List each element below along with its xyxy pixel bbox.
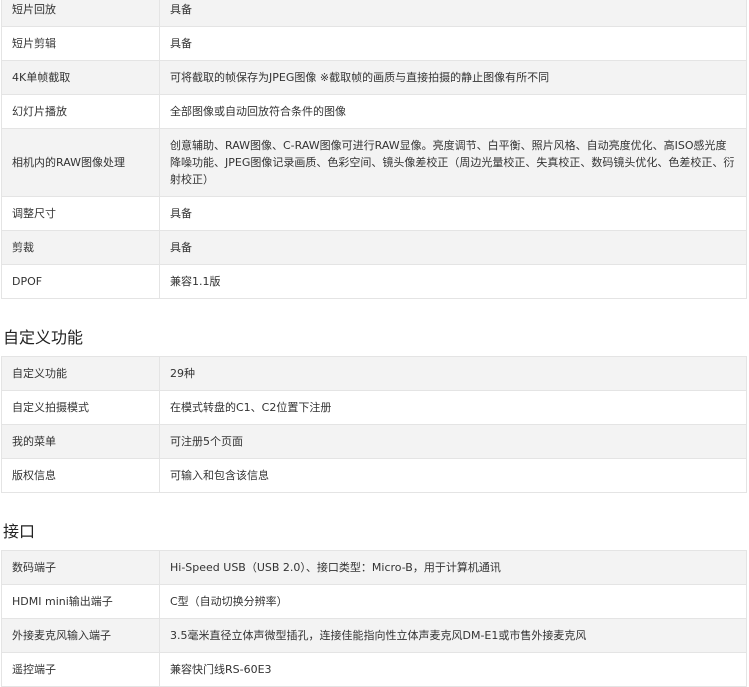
table-row: 数码端子 Hi-Speed USB（USB 2.0）、接口类型：Micro-B，… bbox=[1, 550, 747, 585]
playback-spec-table: 短片回放 具备 短片剪辑 具备 4K单帧截取 可将截取的帧保存为JPEG图像 ※… bbox=[1, 0, 747, 299]
spec-value: C型（自动切换分辨率） bbox=[159, 584, 747, 619]
spec-label: 相机内的RAW图像处理 bbox=[1, 128, 160, 197]
spec-value: 具备 bbox=[159, 230, 747, 265]
table-row: 剪裁 具备 bbox=[1, 230, 747, 265]
table-row: 相机内的RAW图像处理 创意辅助、RAW图像、C-RAW图像可进行RAW显像。亮… bbox=[1, 128, 747, 197]
spec-label: 外接麦克风输入端子 bbox=[1, 618, 160, 653]
table-row: 调整尺寸 具备 bbox=[1, 196, 747, 231]
spec-label: 版权信息 bbox=[1, 458, 160, 493]
spec-value: 全部图像或自动回放符合条件的图像 bbox=[159, 94, 747, 129]
spec-label: 短片剪辑 bbox=[1, 26, 160, 61]
spec-label: 4K单帧截取 bbox=[1, 60, 160, 95]
interface-spec-table: 数码端子 Hi-Speed USB（USB 2.0）、接口类型：Micro-B，… bbox=[1, 550, 747, 687]
custom-spec-table: 自定义功能 29种 自定义拍摄模式 在模式转盘的C1、C2位置下注册 我的菜单 … bbox=[1, 356, 747, 493]
spec-value: 可将截取的帧保存为JPEG图像 ※截取帧的画质与直接拍摄的静止图像有所不同 bbox=[159, 60, 747, 95]
spec-value: 在模式转盘的C1、C2位置下注册 bbox=[159, 390, 747, 425]
spec-label: 遥控端子 bbox=[1, 652, 160, 687]
table-row: 版权信息 可输入和包含该信息 bbox=[1, 458, 747, 493]
table-row: 我的菜单 可注册5个页面 bbox=[1, 424, 747, 459]
spec-label: 剪裁 bbox=[1, 230, 160, 265]
spec-label: HDMI mini输出端子 bbox=[1, 584, 160, 619]
table-row: 外接麦克风输入端子 3.5毫米直径立体声微型插孔，连接佳能指向性立体声麦克风DM… bbox=[1, 618, 747, 653]
table-row: 自定义拍摄模式 在模式转盘的C1、C2位置下注册 bbox=[1, 390, 747, 425]
spec-value: 可输入和包含该信息 bbox=[159, 458, 747, 493]
spec-value: 兼容快门线RS-60E3 bbox=[159, 652, 747, 687]
spec-label: 数码端子 bbox=[1, 550, 160, 585]
table-row: 4K单帧截取 可将截取的帧保存为JPEG图像 ※截取帧的画质与直接拍摄的静止图像… bbox=[1, 60, 747, 95]
spec-label: DPOF bbox=[1, 264, 160, 299]
spec-value: 兼容1.1版 bbox=[159, 264, 747, 299]
table-row: 自定义功能 29种 bbox=[1, 356, 747, 391]
table-row: 幻灯片播放 全部图像或自动回放符合条件的图像 bbox=[1, 94, 747, 129]
spec-label: 短片回放 bbox=[1, 0, 160, 27]
table-row: HDMI mini输出端子 C型（自动切换分辨率） bbox=[1, 584, 747, 619]
spec-value: 3.5毫米直径立体声微型插孔，连接佳能指向性立体声麦克风DM-E1或市售外接麦克… bbox=[159, 618, 747, 653]
section-title-interface: 接口 bbox=[3, 522, 36, 541]
spec-value: 具备 bbox=[159, 26, 747, 61]
spec-label: 自定义功能 bbox=[1, 356, 160, 391]
spec-value: 具备 bbox=[159, 196, 747, 231]
spec-value: 创意辅助、RAW图像、C-RAW图像可进行RAW显像。亮度调节、白平衡、照片风格… bbox=[159, 128, 747, 197]
spec-value: 29种 bbox=[159, 356, 747, 391]
spec-label: 幻灯片播放 bbox=[1, 94, 160, 129]
spec-label: 调整尺寸 bbox=[1, 196, 160, 231]
table-row: 短片剪辑 具备 bbox=[1, 26, 747, 61]
table-row: 短片回放 具备 bbox=[1, 0, 747, 27]
spec-label: 我的菜单 bbox=[1, 424, 160, 459]
spec-value: Hi-Speed USB（USB 2.0）、接口类型：Micro-B，用于计算机… bbox=[159, 550, 747, 585]
table-row: 遥控端子 兼容快门线RS-60E3 bbox=[1, 652, 747, 687]
spec-value: 具备 bbox=[159, 0, 747, 27]
spec-value: 可注册5个页面 bbox=[159, 424, 747, 459]
spec-label: 自定义拍摄模式 bbox=[1, 390, 160, 425]
table-row: DPOF 兼容1.1版 bbox=[1, 264, 747, 299]
section-title-custom: 自定义功能 bbox=[3, 328, 84, 347]
spec-page: 短片回放 具备 短片剪辑 具备 4K单帧截取 可将截取的帧保存为JPEG图像 ※… bbox=[0, 0, 749, 687]
